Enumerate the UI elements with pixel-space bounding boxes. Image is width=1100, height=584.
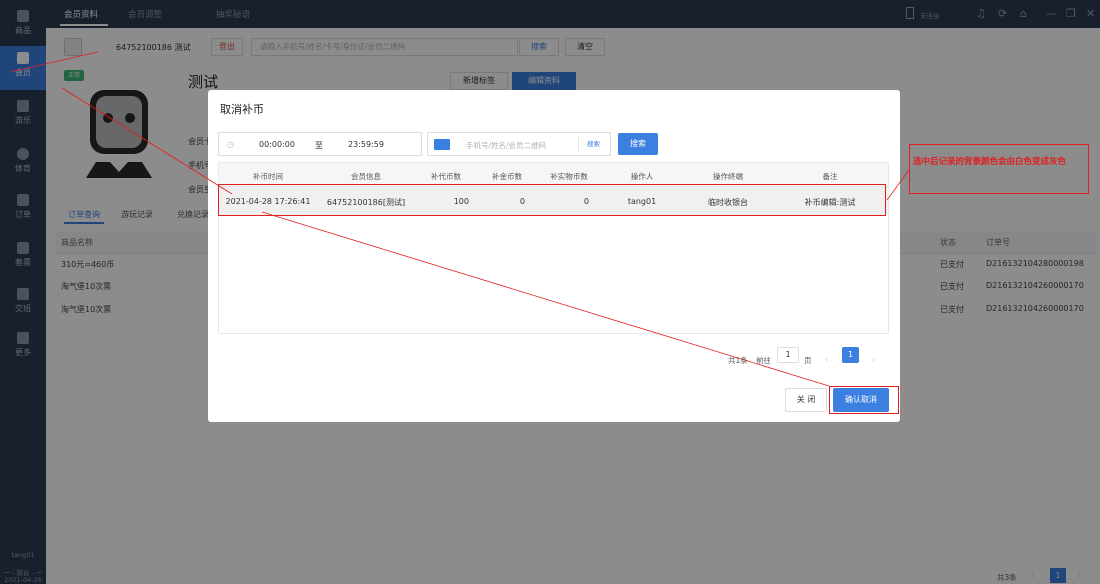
annotation-arrows bbox=[9, 51, 910, 387]
